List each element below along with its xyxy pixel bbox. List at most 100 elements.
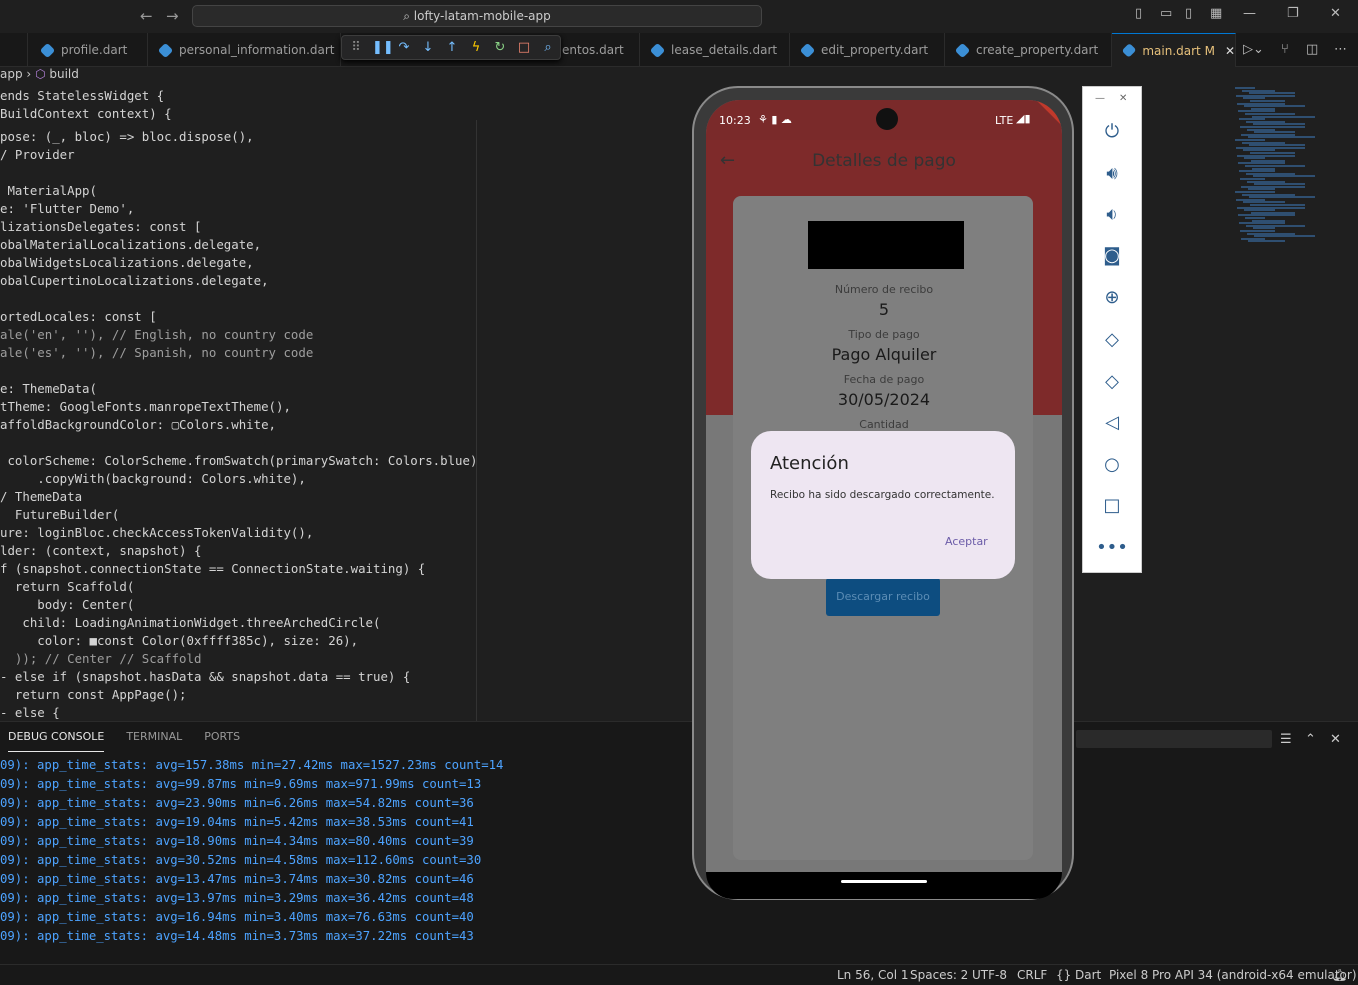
- app-title: Detalles de pago: [812, 151, 956, 171]
- flutter-device[interactable]: Pixel 8 Pro API 34 (android-x64 emulator…: [1109, 968, 1357, 982]
- restore-window-button[interactable]: ❐: [1287, 6, 1299, 21]
- emulator-minimize-button[interactable]: —: [1095, 93, 1105, 104]
- back-arrow-icon[interactable]: ←: [140, 7, 153, 25]
- tab-personal-information[interactable]: personal_information.dart: [148, 33, 341, 67]
- search-icon: ⌕: [403, 9, 414, 23]
- accept-button[interactable]: Aceptar: [945, 535, 988, 548]
- source-control-icon[interactable]: ⑂: [1281, 42, 1289, 57]
- download-receipt-button[interactable]: Descargar recibo: [826, 578, 940, 616]
- breadcrumb-separator: ›: [26, 67, 32, 81]
- console-line: 09): app_time_stats: avg=13.47ms min=3.7…: [0, 872, 474, 886]
- console-line: 09): app_time_stats: avg=99.87ms min=9.6…: [0, 777, 482, 791]
- camera-icon[interactable]: ◙: [1083, 245, 1141, 266]
- indentation[interactable]: Spaces: 2: [910, 968, 968, 982]
- step-into-icon[interactable]: ↓: [420, 40, 436, 55]
- tab-lease-details[interactable]: lease_details.dart: [640, 33, 790, 67]
- tab-ports[interactable]: PORTS: [204, 730, 240, 752]
- clock: 10:23: [719, 114, 751, 127]
- power-icon[interactable]: ⏻: [1083, 121, 1141, 142]
- tab-edit-property[interactable]: edit_property.dart: [790, 33, 945, 67]
- close-window-button[interactable]: ✕: [1330, 6, 1341, 21]
- tab-terminal[interactable]: TERMINAL: [126, 730, 182, 752]
- code-line: affoldBackgroundColor: ▢Colors.white,: [0, 417, 277, 432]
- emulator-close-button[interactable]: ✕: [1119, 93, 1127, 104]
- minimap-line: [1248, 240, 1285, 243]
- stop-icon[interactable]: □: [516, 40, 532, 55]
- tab-pagamentos[interactable]: entos.dart: [550, 33, 640, 67]
- console-filter-input[interactable]: [1076, 730, 1272, 748]
- notifications-icon[interactable]: 🔔︎: [1332, 968, 1347, 982]
- clear-console-icon[interactable]: ☰: [1280, 732, 1292, 747]
- pause-icon[interactable]: ❚❚: [372, 40, 394, 55]
- toggle-panel-icon[interactable]: ▭: [1160, 6, 1172, 21]
- amount-label: Cantidad: [859, 418, 909, 431]
- back-icon[interactable]: ◁: [1083, 412, 1141, 433]
- encoding[interactable]: UTF-8: [972, 968, 1007, 982]
- code-line: tTheme: GoogleFonts.manropeTextTheme(),: [0, 399, 291, 414]
- customize-layout-icon[interactable]: ▦: [1210, 6, 1222, 21]
- breadcrumb-folder[interactable]: app: [0, 67, 23, 81]
- bottom-panel: DEBUG CONSOLE TERMINAL PORTS ☰ ⌃ ✕ 09): …: [0, 721, 1358, 964]
- tab-label: profile.dart: [61, 43, 128, 57]
- devtools-icon[interactable]: ⌕: [540, 40, 556, 55]
- tab-debug-console[interactable]: DEBUG CONSOLE: [8, 730, 105, 752]
- tab-create-property[interactable]: create_property.dart: [945, 33, 1112, 67]
- more-options-icon[interactable]: •••: [1083, 537, 1141, 558]
- tab-profile[interactable]: profile.dart: [30, 33, 148, 67]
- tab-label: personal_information.dart: [179, 43, 335, 57]
- maximize-panel-icon[interactable]: ⌃: [1305, 732, 1316, 747]
- code-line: / ThemeData: [0, 489, 83, 504]
- tab-main[interactable]: main.dart M ✕: [1112, 33, 1236, 67]
- console-line: 09): app_time_stats: avg=23.90ms min=6.2…: [0, 796, 474, 810]
- close-panel-icon[interactable]: ✕: [1330, 732, 1341, 747]
- console-line: 09): app_time_stats: avg=19.04ms min=5.4…: [0, 815, 474, 829]
- dart-file-icon: [954, 42, 971, 58]
- restart-icon[interactable]: ↻: [492, 40, 508, 55]
- payment-type-label: Tipo de pago: [848, 328, 920, 341]
- breadcrumb-symbol[interactable]: build: [49, 67, 79, 81]
- home-gesture-bar[interactable]: [841, 880, 927, 883]
- tab-partial[interactable]: [0, 33, 28, 67]
- volume-up-icon[interactable]: 🔊︎: [1083, 163, 1141, 184]
- code-line: return Scaffold(: [0, 579, 135, 594]
- console-line: 09): app_time_stats: avg=14.48ms min=3.7…: [0, 929, 474, 943]
- code-line: - else if (snapshot.hasData && snapshot.…: [0, 669, 411, 684]
- volume-down-icon[interactable]: 🔉︎: [1083, 204, 1141, 225]
- hot-reload-icon[interactable]: ϟ: [468, 40, 484, 55]
- braces-icon: {}: [1056, 968, 1072, 982]
- home-icon[interactable]: ○: [1083, 454, 1141, 475]
- receipt-image: [808, 221, 964, 269]
- cursor-position[interactable]: Ln 56, Col 1: [837, 968, 909, 982]
- close-tab-icon[interactable]: ✕: [1225, 44, 1235, 58]
- drag-handle-icon[interactable]: ⠿: [348, 40, 364, 55]
- split-editor-icon[interactable]: ◫: [1306, 42, 1318, 57]
- tab-label: create_property.dart: [976, 43, 1099, 57]
- code-editor[interactable]: ends StatelessWidget {BuildContext conte…: [0, 87, 1358, 721]
- forward-arrow-icon[interactable]: →: [166, 7, 179, 25]
- android-status-bar: 10:23 ⚘ ▮ ☁ LTE ◢▮ DEBUG: [706, 100, 1062, 141]
- overview-icon[interactable]: □: [1083, 495, 1141, 516]
- editor-tab-bar: profile.dart personal_information.dart e…: [0, 33, 1358, 67]
- code-line: pose: (_, bloc) => bloc.dispose(),: [0, 129, 254, 144]
- more-actions-icon[interactable]: ⋯: [1334, 42, 1347, 57]
- rotate-left-icon[interactable]: ◇: [1083, 329, 1141, 350]
- step-over-icon[interactable]: ↷: [396, 40, 412, 55]
- step-out-icon[interactable]: ↑: [444, 40, 460, 55]
- command-center-search[interactable]: ⌕ lofty-latam-mobile-app: [192, 5, 762, 27]
- tab-label: lease_details.dart: [671, 43, 778, 57]
- language-mode[interactable]: Dart: [1075, 968, 1101, 982]
- minimize-window-button[interactable]: —: [1243, 6, 1256, 21]
- console-line: 09): app_time_stats: avg=18.90ms min=4.3…: [0, 834, 474, 848]
- code-line: ale('es', ''), // Spanish, no country co…: [0, 345, 314, 360]
- toggle-sidebar-icon[interactable]: ▯: [1135, 6, 1142, 21]
- toggle-secondary-sidebar-icon[interactable]: ▯: [1185, 6, 1192, 21]
- line-ending[interactable]: CRLF: [1017, 968, 1047, 982]
- payment-date-label: Fecha de pago: [843, 373, 925, 386]
- android-nav-bar: [706, 872, 1062, 899]
- search-label: lofty-latam-mobile-app: [413, 9, 551, 23]
- minimap[interactable]: [1235, 87, 1315, 247]
- code-line: lizationsDelegates: const [: [0, 219, 202, 234]
- rotate-right-icon[interactable]: ◇: [1083, 371, 1141, 392]
- zoom-icon[interactable]: ⊕: [1083, 287, 1141, 308]
- run-debug-icon[interactable]: ▷⌄: [1243, 42, 1264, 57]
